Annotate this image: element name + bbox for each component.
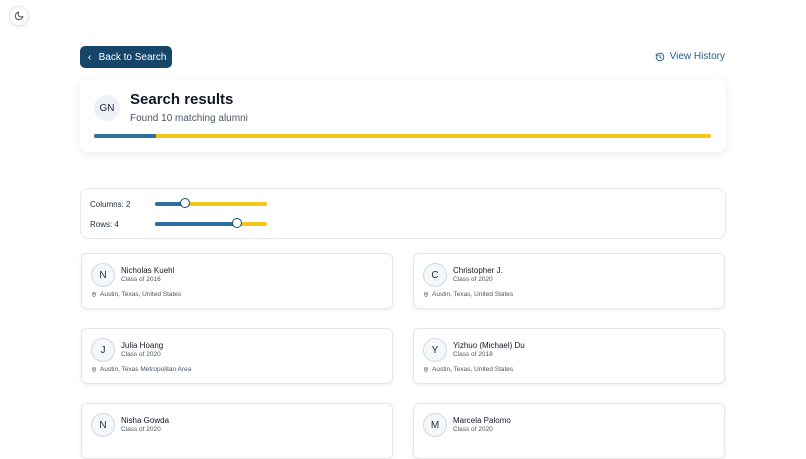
results-progress-bar: [94, 134, 711, 138]
alumni-name: Julia Hoang: [121, 341, 164, 350]
alumni-location-text: Austin, Texas Metropolitan Area: [100, 366, 192, 373]
columns-slider-thumb[interactable]: [180, 198, 191, 208]
alumni-avatar: N: [91, 263, 115, 287]
progress-fill: [94, 134, 156, 138]
location-pin-icon: [91, 292, 97, 298]
alumni-location: Austin, Texas, United States: [423, 366, 513, 373]
columns-label: Columns: 2: [90, 200, 131, 209]
rows-slider-thumb[interactable]: [231, 218, 242, 228]
user-avatar: GN: [94, 95, 120, 121]
columns-slider[interactable]: [155, 198, 267, 208]
alumni-class-year: Class of 2020: [121, 426, 161, 433]
alumni-location-text: Austin, Texas, United States: [100, 291, 182, 298]
alumni-card[interactable]: C Christopher J. Class of 2020 Austin, T…: [413, 253, 725, 309]
alumni-class-year: Class of 2020: [121, 351, 161, 358]
alumni-avatar: N: [91, 413, 115, 437]
grid-controls-card: Columns: 2 Rows: 4: [80, 188, 726, 239]
view-history-label: View History: [669, 51, 725, 62]
alumni-class-year: Class of 2020: [453, 276, 493, 283]
search-summary-card: GN Search results Found 10 matching alum…: [80, 79, 726, 152]
alumni-class-year: Class of 2016: [121, 276, 161, 283]
alumni-avatar: M: [423, 413, 447, 437]
back-button-label: Back to Search: [98, 51, 167, 63]
location-pin-icon: [423, 292, 429, 298]
rows-slider-fill: [155, 222, 237, 226]
alumni-avatar: J: [91, 338, 115, 362]
rows-label: Rows: 4: [90, 220, 119, 229]
moon-icon: [14, 11, 24, 21]
results-count: Found 10 matching alumni: [130, 113, 248, 124]
alumni-avatar: Y: [423, 338, 447, 362]
alumni-name: Christopher J.: [453, 266, 503, 275]
alumni-location: Austin, Texas Metropolitan Area: [91, 366, 191, 373]
alumni-class-year: Class of 2018: [453, 351, 493, 358]
view-history-link[interactable]: View History: [655, 51, 725, 62]
history-icon: [655, 52, 664, 61]
alumni-card[interactable]: N Nisha Gowda Class of 2020: [81, 403, 393, 459]
alumni-avatar: C: [423, 263, 447, 287]
alumni-card[interactable]: J Julia Hoang Class of 2020 Austin, Texa…: [81, 328, 393, 384]
alumni-card[interactable]: N Nicholas Kuehl Class of 2016 Austin, T…: [81, 253, 393, 309]
alumni-card[interactable]: Y Yizhuo (Michael) Du Class of 2018 Aust…: [413, 328, 725, 384]
rows-slider[interactable]: [155, 218, 267, 228]
location-pin-icon: [91, 367, 97, 373]
alumni-location-text: Austin, Texas, United States: [432, 366, 514, 373]
back-to-search-button[interactable]: Back to Search: [80, 46, 172, 68]
alumni-name: Nicholas Kuehl: [121, 266, 175, 275]
chevron-left-icon: [87, 54, 91, 60]
alumni-location-text: Austin, Texas, United States: [432, 291, 514, 298]
alumni-location: Austin, Texas, United States: [91, 291, 181, 298]
location-pin-icon: [423, 367, 429, 373]
page-title: Search results: [130, 91, 234, 108]
alumni-name: Marcela Palomo: [453, 416, 511, 425]
alumni-location: Austin, Texas, United States: [423, 291, 513, 298]
alumni-name: Nisha Gowda: [121, 416, 170, 425]
alumni-card[interactable]: M Marcela Palomo Class of 2020: [413, 403, 725, 459]
dark-mode-toggle[interactable]: [9, 6, 29, 26]
alumni-class-year: Class of 2020: [453, 426, 493, 433]
alumni-name: Yizhuo (Michael) Du: [453, 341, 525, 350]
